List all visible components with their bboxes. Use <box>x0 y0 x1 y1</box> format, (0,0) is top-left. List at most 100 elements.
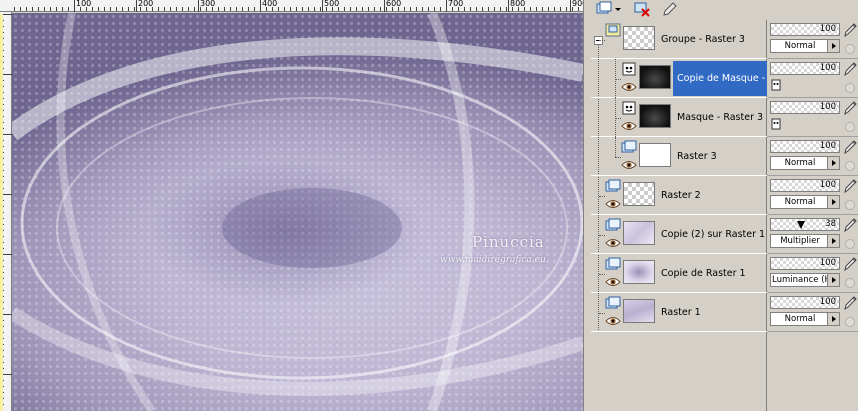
ruler-minor-tick <box>506 7 507 11</box>
layer-row[interactable]: Copie de Raster 1 <box>591 254 767 293</box>
pencil-icon[interactable] <box>843 217 857 233</box>
pencil-icon[interactable] <box>843 100 857 116</box>
ruler-minor-tick <box>14 7 15 11</box>
opacity-slider[interactable]: 100 <box>770 296 840 309</box>
layer-row[interactable]: Raster 2 <box>591 176 767 215</box>
layer-row[interactable]: Masque - Raster 3 <box>591 98 767 137</box>
ruler-minor-tick <box>38 7 39 11</box>
panel-splitter[interactable] <box>583 0 591 411</box>
ruler-minor-tick <box>260 7 261 11</box>
layer-name-area[interactable]: Copie de Raster 1 <box>657 256 767 291</box>
layer-thumbnail <box>623 260 655 284</box>
layer-row[interactable]: Copie de Masque - <box>591 59 767 98</box>
blend-mode-select[interactable]: Normal <box>770 312 840 326</box>
opacity-slider[interactable]: 38 <box>770 218 840 231</box>
opacity-slider[interactable]: 100 <box>770 179 840 192</box>
visibility-eye-icon[interactable] <box>621 159 637 171</box>
mask-icon <box>621 101 637 115</box>
chevron-down-icon[interactable] <box>613 1 623 17</box>
visibility-eye-icon[interactable] <box>621 120 637 132</box>
new-layer-icon[interactable] <box>595 1 613 17</box>
visibility-eye-icon[interactable] <box>605 315 621 327</box>
layer-thumbnail <box>623 221 655 245</box>
ruler-minor-tick <box>476 7 477 11</box>
lock-toggle[interactable] <box>845 200 855 210</box>
visibility-eye-icon[interactable] <box>605 276 621 288</box>
chevron-right-icon[interactable] <box>827 157 839 169</box>
layer-row[interactable]: Copie (2) sur Raster 1 <box>591 215 767 254</box>
lock-toggle[interactable] <box>845 278 855 288</box>
blend-mode-label: Normal <box>784 158 816 168</box>
layers-toolbar <box>591 0 858 20</box>
pencil-icon[interactable] <box>843 178 857 194</box>
ruler-minor-tick <box>416 7 417 11</box>
opacity-value: 100 <box>819 63 836 73</box>
blend-mode-select[interactable]: Normal <box>770 39 840 53</box>
raster-icon <box>605 257 621 271</box>
layer-row[interactable]: Groupe - Raster 3 <box>591 20 767 59</box>
lock-toggle[interactable] <box>845 161 855 171</box>
canvas-image[interactable]: Pinuccia www.maidiregrafica.eu <box>12 13 583 411</box>
chevron-right-icon[interactable] <box>827 196 839 208</box>
app-window: 100 200 300 400 500 600 700 800 900 Pinuccia www… <box>0 0 858 411</box>
blend-mode-select[interactable]: Multiplier <box>770 234 840 248</box>
opacity-slider-thumb[interactable] <box>797 221 805 229</box>
delete-layer-icon[interactable] <box>633 1 651 17</box>
visibility-eye-icon[interactable] <box>605 198 621 210</box>
layer-name-area[interactable]: Copie (2) sur Raster 1 <box>657 217 767 252</box>
ruler-minor-tick <box>236 7 237 11</box>
tree-line <box>615 79 621 80</box>
chevron-right-icon[interactable] <box>827 40 839 52</box>
ruler-minor-tick <box>500 7 501 11</box>
chevron-right-icon[interactable] <box>827 235 839 247</box>
raster-icon <box>621 140 637 154</box>
blend-mode-select[interactable]: Luminance (H) <box>770 273 840 287</box>
layer-property-row: 100 Normal <box>767 293 858 332</box>
tree-line <box>599 196 605 197</box>
layer-row[interactable]: Raster 1 <box>591 293 767 332</box>
ruler-minor-tick <box>62 7 63 11</box>
opacity-slider[interactable]: 100 <box>770 62 840 75</box>
layer-row[interactable]: Raster 3 <box>591 137 767 176</box>
watermark-title: Pinuccia <box>472 233 545 251</box>
opacity-value: 38 <box>825 219 836 229</box>
layer-name-area[interactable]: Raster 3 <box>673 139 767 174</box>
layer-property-row: 100 <box>767 59 858 98</box>
blend-mode-select[interactable]: Normal <box>770 195 840 209</box>
chevron-right-icon[interactable] <box>827 274 839 286</box>
ruler-minor-tick <box>512 7 513 11</box>
blend-mode-select[interactable]: Normal <box>770 156 840 170</box>
ruler-minor-tick <box>20 7 21 11</box>
lock-toggle[interactable] <box>845 122 855 132</box>
opacity-slider[interactable]: 100 <box>770 23 840 36</box>
layer-thumbnail <box>639 104 671 128</box>
visibility-eye-icon[interactable] <box>605 237 621 249</box>
layer-name-area[interactable]: Copie de Masque - <box>673 61 767 96</box>
ruler-minor-tick <box>272 7 273 11</box>
opacity-slider[interactable]: 100 <box>770 101 840 114</box>
pencil-icon[interactable] <box>843 61 857 77</box>
layer-name-area[interactable]: Raster 2 <box>657 178 767 213</box>
pencil-icon[interactable] <box>843 22 857 38</box>
ruler-minor-tick <box>464 7 465 11</box>
opacity-slider[interactable]: 100 <box>770 140 840 153</box>
ruler-major-tick <box>508 0 509 12</box>
pencil-icon[interactable] <box>843 139 857 155</box>
edit-layer-icon[interactable] <box>661 1 679 17</box>
ruler-minor-tick <box>572 7 573 11</box>
layer-name-area[interactable]: Masque - Raster 3 <box>673 100 767 135</box>
layer-name-area[interactable]: Raster 1 <box>657 295 767 330</box>
lock-toggle[interactable] <box>845 44 855 54</box>
ruler-minor-tick <box>230 7 231 11</box>
visibility-eye-icon[interactable] <box>621 81 637 93</box>
ruler-major-tick <box>384 0 385 12</box>
opacity-slider[interactable]: 100 <box>770 257 840 270</box>
lock-toggle[interactable] <box>845 239 855 249</box>
layer-name-area[interactable]: Groupe - Raster 3 <box>657 22 767 57</box>
lock-toggle[interactable] <box>845 317 855 327</box>
ruler-minor-tick <box>368 7 369 11</box>
pencil-icon[interactable] <box>843 256 857 272</box>
chevron-right-icon[interactable] <box>827 313 839 325</box>
pencil-icon[interactable] <box>843 295 857 311</box>
lock-toggle[interactable] <box>845 83 855 93</box>
